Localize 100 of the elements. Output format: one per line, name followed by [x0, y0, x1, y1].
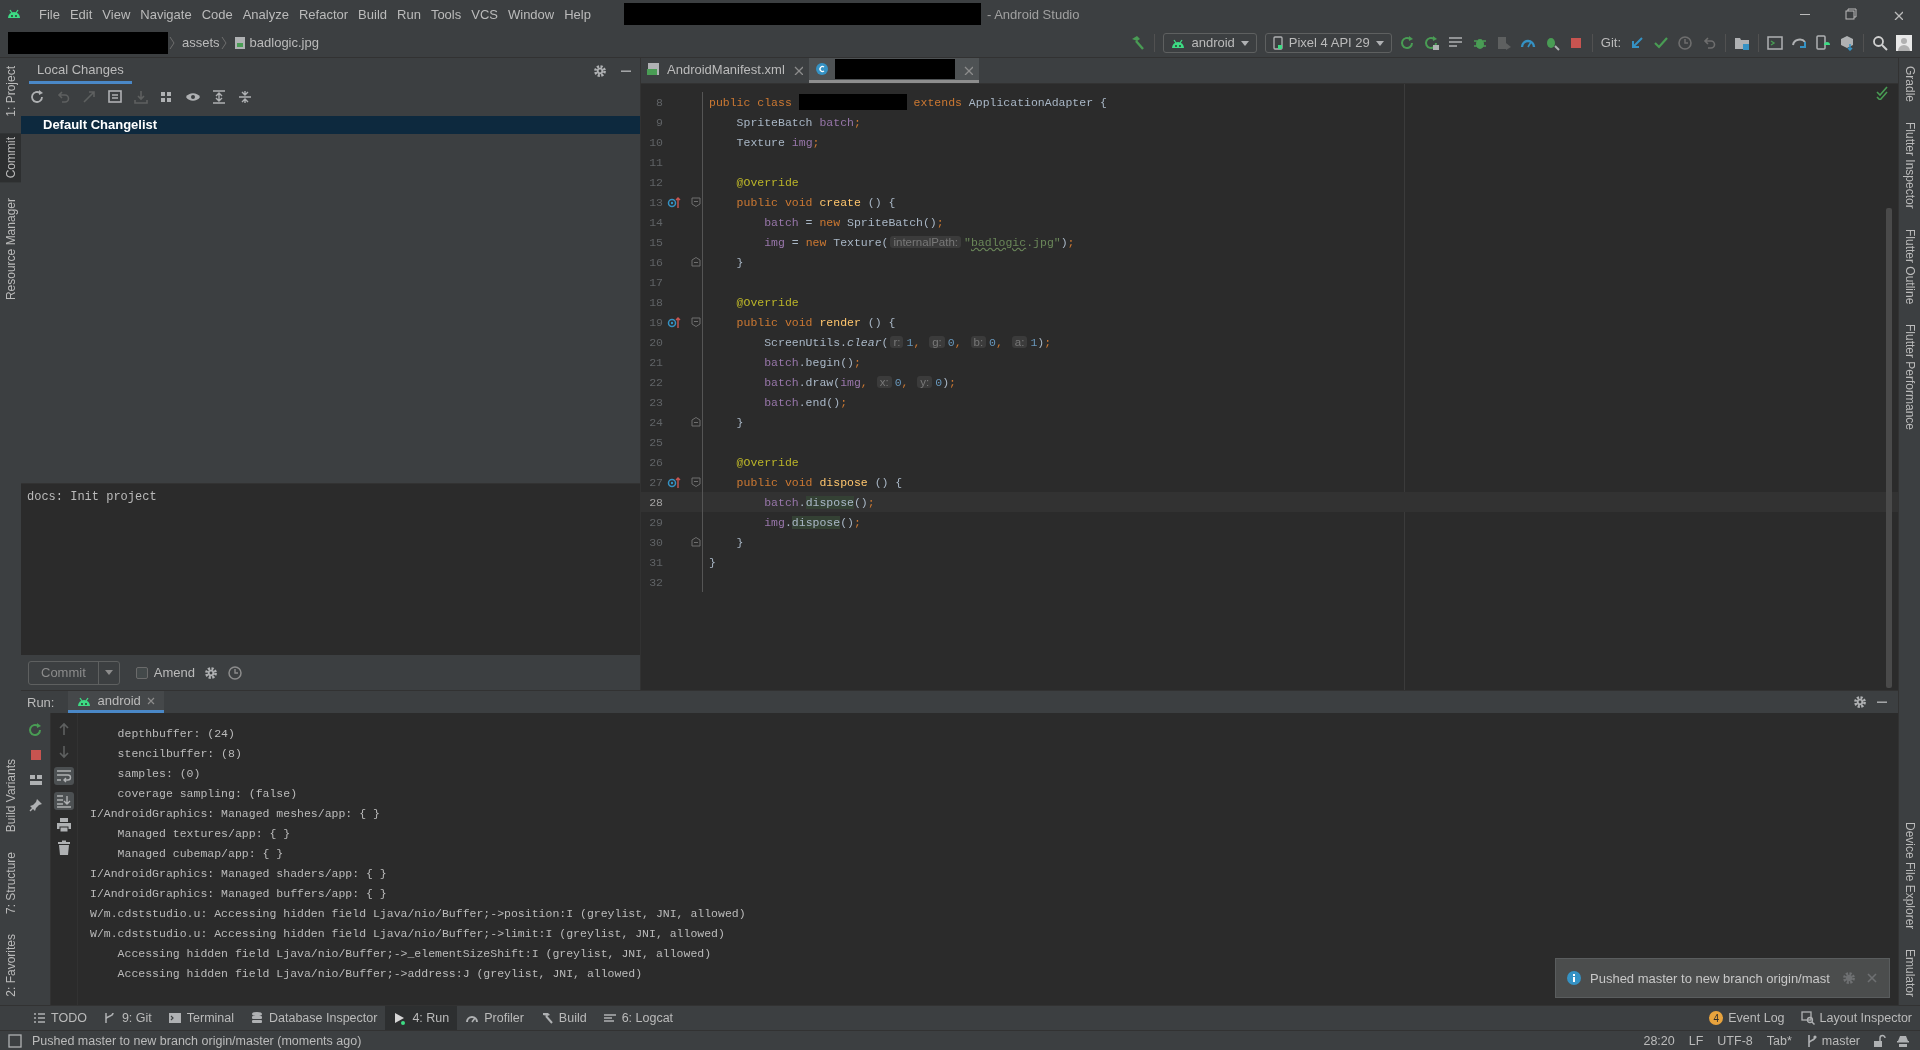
tool-window-button[interactable]: Profiler: [457, 1006, 532, 1030]
tool-window-tab[interactable]: 1: Project: [0, 62, 21, 121]
run-config-dropdown[interactable]: android: [1163, 32, 1257, 53]
diff-icon[interactable]: [107, 89, 123, 105]
status-item[interactable]: LF: [1686, 1033, 1706, 1048]
breadcrumb[interactable]: badlogic.jpg: [249, 35, 319, 50]
tool-window-tab[interactable]: Flutter Outline: [1899, 224, 1920, 309]
lines-icon: [602, 1011, 617, 1025]
down-arrow-icon[interactable]: [57, 744, 71, 760]
sdk-manager-icon[interactable]: [1839, 34, 1855, 51]
fold-icon[interactable]: [691, 197, 701, 207]
tool-window-tab[interactable]: Device File Explorer: [1899, 817, 1920, 933]
chevron-icon: [168, 35, 176, 50]
menu-item[interactable]: Help: [559, 6, 596, 22]
override-icon[interactable]: [667, 315, 681, 329]
fold-icon[interactable]: [691, 537, 701, 547]
hammer-icon[interactable]: [1130, 34, 1147, 51]
search-icon[interactable]: [1872, 34, 1888, 51]
menu-item[interactable]: Refactor: [293, 6, 354, 22]
tool-window-tab[interactable]: Flutter Performance: [1899, 320, 1920, 435]
menu-item[interactable]: Analyze: [237, 6, 294, 22]
print-icon[interactable]: [56, 817, 72, 833]
tool-window-button[interactable]: TODO: [24, 1006, 95, 1030]
code-line: }: [735, 415, 744, 429]
menu-item[interactable]: Code: [196, 6, 238, 22]
tool-window-tab[interactable]: Resource Manager: [0, 194, 21, 305]
settings-icon[interactable]: [203, 664, 219, 681]
run-tab[interactable]: android: [68, 691, 164, 713]
avatar-icon[interactable]: [1896, 34, 1912, 51]
tool-window-tab[interactable]: 7: Structure: [0, 848, 21, 919]
scroll-end-icon[interactable]: [56, 794, 72, 808]
menu-item[interactable]: Tools: [425, 6, 467, 22]
tool-window-tab[interactable]: Emulator: [1899, 944, 1920, 1001]
tool-window-tab[interactable]: Build Variants: [0, 755, 21, 837]
up-arrow-icon[interactable]: [57, 721, 71, 737]
menu-item[interactable]: Window: [502, 6, 560, 22]
settings-icon[interactable]: [592, 63, 608, 79]
inspection-ok-icon[interactable]: [1876, 86, 1890, 100]
settings-icon[interactable]: [1852, 694, 1868, 710]
rerun-icon[interactable]: [27, 722, 44, 738]
panel-tab[interactable]: Local Changes: [29, 58, 132, 84]
git-branch-widget[interactable]: master: [1803, 1033, 1862, 1048]
breadcrumb[interactable]: assets: [182, 35, 220, 50]
device-dropdown[interactable]: Pixel 4 API 29: [1264, 32, 1392, 53]
menu-item[interactable]: VCS: [466, 6, 503, 22]
menu-item[interactable]: View: [97, 6, 136, 22]
layout-icon[interactable]: [27, 772, 44, 788]
editor-tab[interactable]: AndroidManifest.xml: [641, 58, 809, 83]
clock-icon[interactable]: [227, 664, 243, 681]
window-icon[interactable]: [1767, 34, 1783, 51]
menu-item[interactable]: Navigate: [135, 6, 197, 22]
collapse-all-icon[interactable]: [237, 89, 253, 105]
layout-inspector-button[interactable]: Layout Inspector: [1792, 1006, 1920, 1030]
panel-toggle-icon[interactable]: [8, 1033, 22, 1048]
fold-icon[interactable]: [691, 257, 701, 267]
status-item[interactable]: UTF-8: [1715, 1033, 1755, 1048]
editor-tab[interactable]: [808, 58, 979, 83]
fold-icon[interactable]: [691, 477, 701, 487]
inspector-hat-icon[interactable]: [1896, 1033, 1910, 1048]
tool-window-tab[interactable]: Commit: [0, 132, 21, 183]
tool-window-button[interactable]: 9: Git: [94, 1006, 160, 1030]
fold-icon[interactable]: [691, 317, 701, 327]
tool-window-tab[interactable]: Flutter Inspector: [1899, 118, 1920, 213]
menu-item[interactable]: Run: [392, 6, 426, 22]
tool-window-button[interactable]: Database Inspector: [242, 1006, 386, 1030]
apply-changes-icon[interactable]: [1423, 34, 1440, 51]
restore-icon[interactable]: [1845, 8, 1857, 20]
unlock-icon[interactable]: [1872, 1033, 1886, 1048]
expand-all-icon[interactable]: [211, 89, 227, 105]
menu-item[interactable]: Edit: [64, 6, 98, 22]
amend-checkbox[interactable]: [135, 666, 148, 679]
code-line: }: [735, 535, 744, 549]
history-icon[interactable]: [1677, 34, 1693, 51]
scrollbar[interactable]: [1886, 208, 1892, 688]
override-icon[interactable]: [667, 195, 681, 209]
menu-item[interactable]: File: [34, 6, 65, 22]
event-log-button[interactable]: 4 Event Log: [1701, 1006, 1793, 1030]
tool-window-button[interactable]: Terminal: [159, 1006, 242, 1030]
commit-button[interactable]: Commit: [28, 660, 120, 685]
tool-window-tab[interactable]: 2: Favorites: [0, 930, 21, 1001]
fold-icon[interactable]: [691, 417, 701, 427]
rerun-icon[interactable]: [1399, 34, 1416, 51]
override-icon[interactable]: [667, 475, 681, 489]
wrap-icon[interactable]: [56, 769, 72, 783]
tool-window-button[interactable]: 4: Run: [385, 1006, 458, 1030]
status-item[interactable]: 28:20: [1641, 1033, 1677, 1048]
menu-item[interactable]: Build: [353, 6, 392, 22]
status-item[interactable]: Tab*: [1764, 1033, 1794, 1048]
git-label: Git:: [1600, 35, 1621, 50]
tool-window-tab[interactable]: Gradle: [1899, 62, 1920, 107]
undo-icon[interactable]: [1701, 34, 1717, 51]
tool-window-button[interactable]: Build: [531, 1006, 595, 1030]
device-manager-icon[interactable]: [1815, 34, 1831, 51]
tool-window-button[interactable]: 6: Logcat: [594, 1006, 682, 1030]
changelist-item[interactable]: Default Changelist: [21, 116, 640, 134]
refresh-icon[interactable]: [29, 89, 45, 105]
update-icon[interactable]: [1629, 34, 1645, 51]
trash-icon[interactable]: [57, 840, 71, 856]
pin-icon[interactable]: [27, 797, 44, 813]
line-number: 14: [648, 215, 663, 229]
